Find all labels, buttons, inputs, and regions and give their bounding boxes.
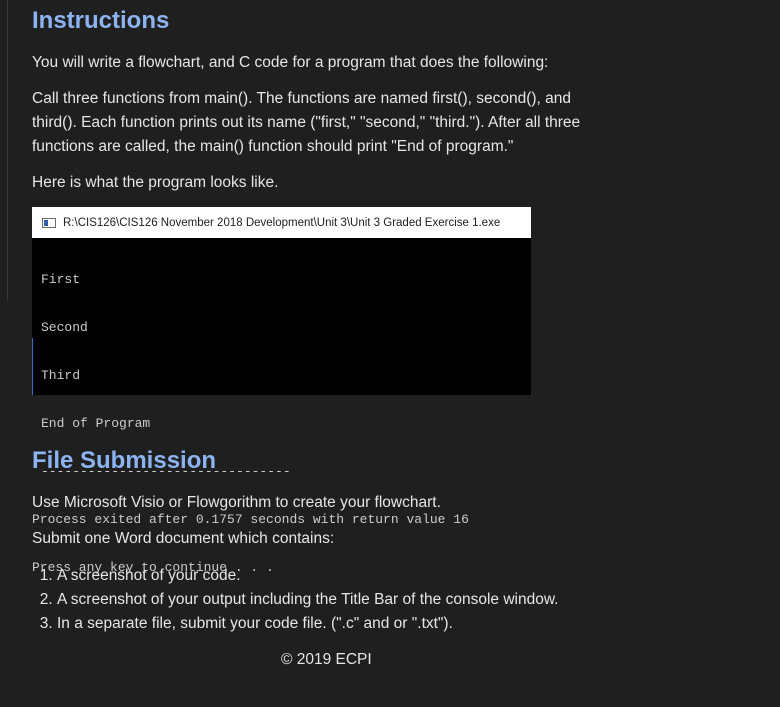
- left-border-rule: [7, 0, 8, 300]
- file-submission-heading: File Submission: [32, 447, 217, 474]
- list-item: A screenshot of your code.: [57, 564, 558, 588]
- console-output: First Second Third End of Program ------…: [32, 238, 531, 608]
- task-line-3: functions are called, the main() functio…: [32, 138, 514, 155]
- console-caret-line: [32, 338, 33, 395]
- task-line-2: third(). Each function prints out its na…: [32, 114, 581, 131]
- console-line: First: [41, 272, 81, 287]
- console-title: R:\CIS126\CIS126 November 2018 Developme…: [63, 216, 501, 229]
- console-line: Second: [41, 320, 88, 335]
- task-line-1: Call three functions from main(). The fu…: [32, 90, 571, 107]
- console-title-bar: R:\CIS126\CIS126 November 2018 Developme…: [32, 207, 531, 238]
- console-line: End of Program: [41, 416, 151, 431]
- instructions-heading: Instructions: [32, 7, 170, 34]
- copyright-text: © 2019 ECPI: [281, 651, 372, 668]
- console-window-icon: [42, 217, 56, 228]
- intro-paragraph: You will write a flowchart, and C code f…: [32, 54, 549, 71]
- task-paragraph: Call three functions from main(). The fu…: [32, 87, 632, 159]
- console-line: Third: [41, 368, 81, 383]
- list-item: In a separate file, submit your code fil…: [57, 612, 558, 636]
- flowchart-tool-paragraph: Use Microsoft Visio or Flowgorithm to cr…: [32, 494, 441, 511]
- word-document-paragraph: Submit one Word document which contains:: [32, 530, 335, 547]
- submission-list: A screenshot of your code. A screenshot …: [32, 564, 558, 636]
- example-intro-paragraph: Here is what the program looks like.: [32, 174, 279, 191]
- console-screenshot: R:\CIS126\CIS126 November 2018 Developme…: [32, 207, 531, 575]
- list-item: A screenshot of your output including th…: [57, 588, 558, 612]
